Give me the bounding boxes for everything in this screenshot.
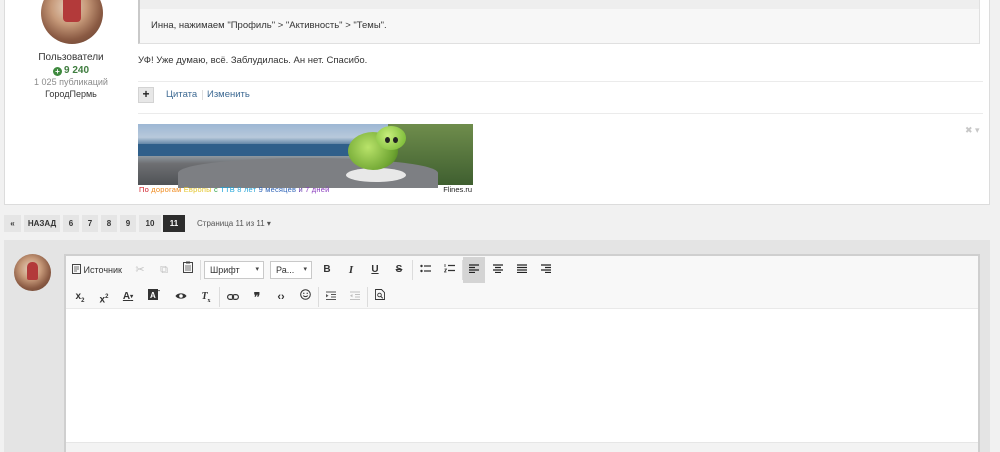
bulleted-list-icon[interactable] bbox=[415, 260, 435, 280]
paste-icon[interactable] bbox=[178, 260, 198, 280]
prev-page-button[interactable]: НАЗАД bbox=[24, 215, 60, 232]
author-city: ГородПермь bbox=[45, 89, 97, 99]
source-button[interactable]: Источник bbox=[72, 260, 124, 280]
background-color-icon[interactable]: A bbox=[144, 287, 164, 307]
source-label: Источник bbox=[83, 265, 122, 275]
text-color-icon[interactable]: A▾ bbox=[118, 287, 138, 307]
post-author-panel: Пользователи +9 240 1 025 публикаций Гор… bbox=[5, 0, 137, 204]
emoji-icon[interactable] bbox=[295, 287, 315, 307]
author-group: Пользователи bbox=[38, 52, 104, 63]
italic-icon[interactable]: I bbox=[341, 260, 361, 280]
align-left-icon[interactable] bbox=[463, 257, 485, 283]
svg-text:A: A bbox=[150, 291, 156, 300]
preview-page-icon[interactable] bbox=[370, 287, 390, 307]
signature-caption-word: 8 лет bbox=[237, 185, 259, 194]
quote-link[interactable]: Цитата bbox=[166, 89, 197, 100]
font-family-select[interactable]: Шрифт ▾ bbox=[204, 261, 264, 279]
cut-icon[interactable]: ✂ bbox=[130, 260, 150, 280]
divider bbox=[138, 81, 983, 82]
align-justify-icon[interactable] bbox=[512, 260, 532, 280]
page-jump-label: Страница 11 из 11 bbox=[197, 219, 265, 228]
signature-site: Flines.ru bbox=[443, 185, 472, 194]
reputation-value: 9 240 bbox=[63, 65, 90, 76]
signature-caption-word: ТТВ bbox=[220, 185, 238, 194]
post-quote: Инна, нажимаем "Профиль" > "Активность" … bbox=[138, 0, 980, 44]
quote-header bbox=[140, 0, 979, 9]
signature-caption: По дорогам Европы с ТТВ 8 лет 9 месяцев … bbox=[139, 185, 329, 194]
superscript-icon[interactable]: x2 bbox=[94, 287, 114, 307]
code-icon[interactable]: ‹› bbox=[271, 287, 291, 307]
author-reputation: +9 240 bbox=[5, 65, 137, 76]
divider bbox=[367, 287, 368, 307]
edit-link[interactable]: Изменить bbox=[207, 89, 250, 100]
divider bbox=[219, 287, 220, 307]
page-link[interactable]: 8 bbox=[101, 215, 117, 232]
signature-caption-word: дорогам bbox=[151, 185, 184, 194]
divider bbox=[318, 287, 319, 307]
author-post-count: 1 025 публикаций bbox=[34, 77, 108, 87]
source-icon bbox=[72, 264, 81, 274]
page-link[interactable]: 6 bbox=[63, 215, 79, 232]
plus-circle-icon: + bbox=[52, 67, 62, 76]
page-link[interactable]: 9 bbox=[120, 215, 136, 232]
indent-icon[interactable] bbox=[321, 287, 341, 307]
chevron-down-icon: ▾ bbox=[303, 266, 307, 273]
divider bbox=[138, 113, 983, 114]
link-icon[interactable] bbox=[223, 287, 243, 307]
divider bbox=[202, 90, 203, 100]
current-user-avatar bbox=[14, 254, 51, 291]
chevron-down-icon: ▾ bbox=[266, 219, 271, 228]
forum-post: Пользователи +9 240 1 025 публикаций Гор… bbox=[4, 0, 990, 205]
subscript-icon[interactable]: x2 bbox=[70, 287, 90, 307]
reply-box: Источник ✂ ⧉ Шрифт ▾ Ра... ▾ B I U S x2 … bbox=[4, 240, 990, 452]
editor-footer bbox=[66, 442, 978, 452]
multiquote-plus-button[interactable]: + bbox=[138, 87, 154, 103]
editor-content-area[interactable] bbox=[66, 310, 978, 442]
strikethrough-icon[interactable]: S bbox=[389, 260, 409, 280]
quote-text: Инна, нажимаем "Профиль" > "Активность" … bbox=[151, 20, 387, 31]
signature-caption-word: По bbox=[139, 185, 152, 194]
preview-eye-icon[interactable] bbox=[171, 287, 191, 307]
bold-icon[interactable]: B bbox=[317, 260, 337, 280]
page-link[interactable]: 7 bbox=[82, 215, 98, 232]
blockquote-icon[interactable]: ❞ bbox=[247, 287, 267, 307]
editor-toolbar: Источник ✂ ⧉ Шрифт ▾ Ра... ▾ B I U S x2 … bbox=[66, 256, 978, 309]
outdent-icon[interactable] bbox=[345, 287, 365, 307]
author-avatar[interactable] bbox=[41, 0, 103, 44]
font-size-value: Ра... bbox=[276, 265, 295, 275]
signature-caption-word: 7 дней bbox=[305, 185, 330, 194]
align-center-icon[interactable] bbox=[488, 260, 508, 280]
divider bbox=[412, 260, 413, 280]
numbered-list-icon[interactable] bbox=[439, 260, 459, 280]
align-right-icon[interactable] bbox=[536, 260, 556, 280]
chevron-down-icon: ▾ bbox=[255, 266, 259, 273]
signature-caption-word: Европы bbox=[183, 185, 214, 194]
first-page-button[interactable]: « bbox=[4, 215, 21, 232]
font-family-value: Шрифт bbox=[210, 265, 240, 275]
font-size-select[interactable]: Ра... ▾ bbox=[270, 261, 312, 279]
signature-banner[interactable]: По дорогам Европы с ТТВ 8 лет 9 месяцев … bbox=[138, 124, 473, 194]
page-jump-dropdown[interactable]: Страница 11 из 11 ▾ bbox=[197, 215, 271, 232]
underline-icon[interactable]: U bbox=[365, 260, 385, 280]
signature-banner-image bbox=[138, 124, 473, 188]
remove-format-icon[interactable]: Tx bbox=[196, 287, 216, 307]
signature-caption-word: 9 месяцев bbox=[258, 185, 299, 194]
current-page[interactable]: 11 bbox=[163, 215, 185, 232]
rich-text-editor: Источник ✂ ⧉ Шрифт ▾ Ра... ▾ B I U S x2 … bbox=[64, 254, 980, 452]
post-body-text: УФ! Уже думаю, всё. Заблудилась. Ан нет.… bbox=[138, 55, 368, 66]
signature-hide-icon[interactable]: ✖ ▾ bbox=[965, 125, 980, 136]
divider bbox=[200, 260, 201, 280]
page-link[interactable]: 10 bbox=[139, 215, 161, 232]
copy-icon[interactable]: ⧉ bbox=[154, 260, 174, 280]
